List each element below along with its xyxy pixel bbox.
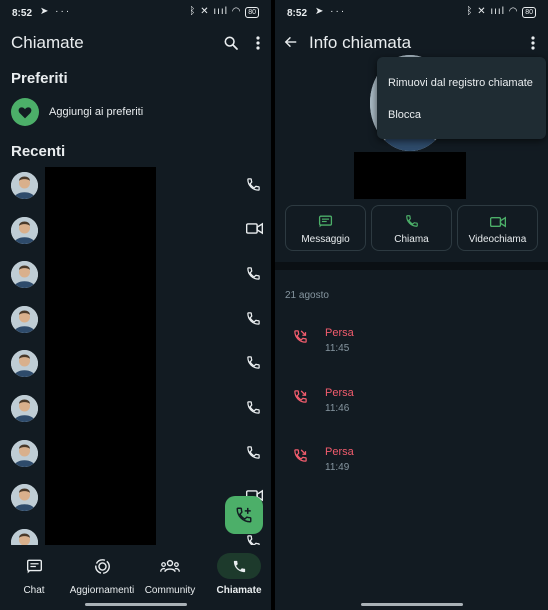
- add-favorites-button[interactable]: Aggiungi ai preferiti: [11, 98, 143, 126]
- call-status: Persa: [325, 386, 354, 399]
- video-call-icon[interactable]: [245, 222, 264, 240]
- status-bar: 8:52 ➤ ··· ᛒ ✕ ıııl ◠ 80: [275, 0, 548, 26]
- redacted-names: [45, 167, 156, 545]
- call-status: Persa: [325, 446, 354, 458]
- status-time: 8:52: [12, 8, 33, 19]
- missed-call-icon: [293, 329, 309, 345]
- voice-call-icon[interactable]: [246, 355, 264, 373]
- phone-icon: [217, 553, 261, 579]
- voice-call-icon[interactable]: [246, 177, 264, 195]
- call-time: 11:49: [325, 462, 350, 473]
- block-menu-item[interactable]: Blocca: [388, 109, 421, 121]
- calls-screen: 8:52 ➤ ··· ᛒ ✕ ıııl ◠ 80 Chiamate Prefer…: [0, 0, 271, 610]
- remove-from-log-menu-item[interactable]: Rimuovi dal registro chiamate: [388, 77, 533, 89]
- call-time: 11:46: [325, 402, 350, 414]
- avatar[interactable]: [11, 216, 38, 244]
- missed-call-icon: [293, 448, 309, 464]
- call-label: Chiama: [394, 234, 429, 245]
- recents-title: Recenti: [11, 143, 66, 160]
- avatar[interactable]: [11, 439, 38, 467]
- redacted-contact-name: [354, 152, 466, 199]
- message-label: Messaggio: [301, 234, 350, 245]
- favorites-title: Preferiti: [11, 70, 68, 87]
- battery-icon: 80: [522, 7, 536, 18]
- status-notification-icons: ➤ ···: [40, 6, 72, 17]
- updates-icon: [68, 553, 136, 579]
- status-system-icons: ᛒ ✕ ıııl ◠ 80: [466, 6, 536, 18]
- back-arrow-icon[interactable]: [282, 33, 300, 51]
- voice-call-icon[interactable]: [246, 400, 264, 418]
- bottom-navigation: Chat Aggiornamenti Community Chiamate: [0, 545, 271, 610]
- nav-label: Chiamate: [216, 585, 262, 596]
- nav-label: Aggiornamenti: [69, 585, 135, 596]
- search-icon[interactable]: [222, 34, 240, 52]
- status-notification-icons: ➤ ···: [315, 6, 347, 17]
- voice-call-icon[interactable]: [246, 266, 264, 284]
- avatar[interactable]: [11, 172, 38, 199]
- call-info-screen: 8:52 ➤ ··· ᛒ ✕ ıııl ◠ 80 Info chiamata M…: [275, 0, 548, 610]
- status-bar: 8:52 ➤ ··· ᛒ ✕ ıııl ◠ 80: [0, 0, 271, 26]
- avatar[interactable]: [11, 305, 38, 333]
- nav-label: Community: [144, 585, 196, 596]
- home-indicator: [84, 603, 187, 606]
- add-call-icon: [236, 507, 252, 523]
- missed-call-icon: [293, 389, 309, 405]
- voice-call-icon[interactable]: [246, 311, 264, 329]
- call-time: 11:45: [325, 343, 350, 354]
- status-time: 8:52: [287, 8, 308, 19]
- message-icon: [286, 206, 365, 228]
- video-icon: [458, 206, 537, 228]
- more-options-icon[interactable]: [527, 34, 539, 52]
- message-button[interactable]: Messaggio: [285, 205, 366, 251]
- nav-label: Chat: [23, 585, 45, 596]
- video-call-button[interactable]: Videochiama: [457, 205, 538, 251]
- nav-chat[interactable]: Chat: [0, 553, 68, 596]
- call-status: Persa: [325, 327, 354, 339]
- action-buttons: Messaggio Chiama Videochiama: [285, 205, 538, 251]
- page-title: Info chiamata: [309, 33, 412, 52]
- system-icons: ᛒ ✕ ıııl ◠: [466, 6, 519, 17]
- avatar[interactable]: [11, 395, 38, 422]
- video-call-label: Videochiama: [468, 234, 527, 245]
- call-button[interactable]: Chiama: [371, 205, 452, 251]
- voice-call-icon[interactable]: [246, 445, 264, 463]
- home-indicator: [360, 603, 463, 606]
- new-call-button[interactable]: [225, 496, 263, 534]
- section-divider: [275, 262, 548, 270]
- battery-icon: 80: [245, 7, 259, 18]
- system-icons: ᛒ ✕ ıııl ◠: [189, 6, 242, 17]
- more-options-icon[interactable]: [252, 34, 264, 52]
- avatar[interactable]: [11, 350, 38, 378]
- nav-calls[interactable]: Chiamate: [205, 553, 271, 596]
- status-system-icons: ᛒ ✕ ıııl ◠ 80: [189, 6, 259, 18]
- overflow-menu: Rimuovi dal registro chiamate Blocca: [377, 57, 546, 139]
- nav-updates[interactable]: Aggiornamenti: [68, 553, 136, 596]
- avatar[interactable]: [11, 261, 38, 289]
- call-date: 21 agosto: [285, 290, 329, 301]
- nav-community[interactable]: Community: [136, 553, 204, 596]
- heart-icon: [11, 98, 39, 126]
- page-title: Chiamate: [11, 33, 84, 52]
- add-favorites-label: Aggiungi ai preferiti: [49, 106, 144, 118]
- avatar[interactable]: [11, 484, 38, 512]
- chat-icon: [0, 553, 68, 579]
- phone-icon: [372, 206, 451, 228]
- community-icon: [136, 553, 204, 579]
